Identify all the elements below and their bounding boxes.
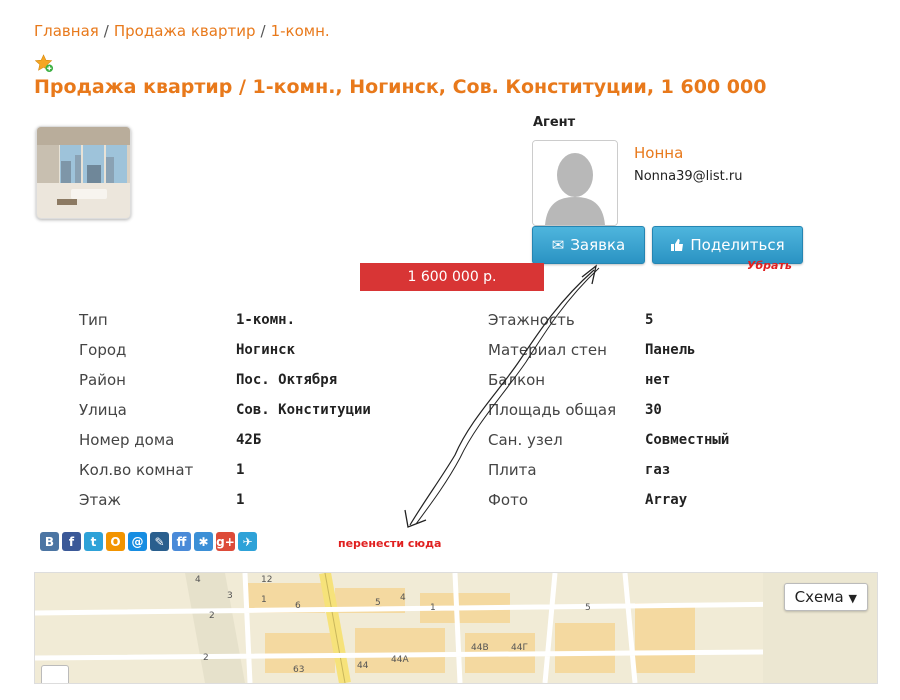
map-house-number: 6 — [295, 601, 301, 611]
map[interactable]: 4 3 2 1 6 5 4 2 63 44 44А 44В 44Г 12 1 5… — [34, 572, 878, 684]
map-house-number: 44А — [391, 655, 409, 665]
map-house-number: 44 — [357, 661, 369, 671]
map-house-number: 3 — [227, 591, 233, 601]
map-type-label: Схема — [794, 588, 844, 606]
chevron-down-icon: ▼ — [848, 592, 857, 605]
map-house-number: 4 — [400, 593, 406, 603]
map-zoom-control[interactable] — [41, 665, 69, 683]
map-house-number: 12 — [261, 575, 273, 585]
map-house-number: 44Г — [511, 643, 528, 653]
map-house-number: 1 — [261, 595, 267, 605]
map-house-number: 4 — [195, 575, 201, 585]
map-house-number: 5 — [375, 598, 381, 608]
map-house-number: 2 — [203, 653, 209, 663]
map-roads — [35, 573, 877, 683]
map-house-number: 2 — [209, 611, 215, 621]
map-type-dropdown[interactable]: Схема ▼ — [783, 583, 868, 611]
map-house-number: 1 — [430, 603, 436, 613]
map-house-number: 5 — [585, 603, 591, 613]
map-house-number: 44В — [471, 643, 489, 653]
map-house-number: 63 — [293, 665, 305, 675]
